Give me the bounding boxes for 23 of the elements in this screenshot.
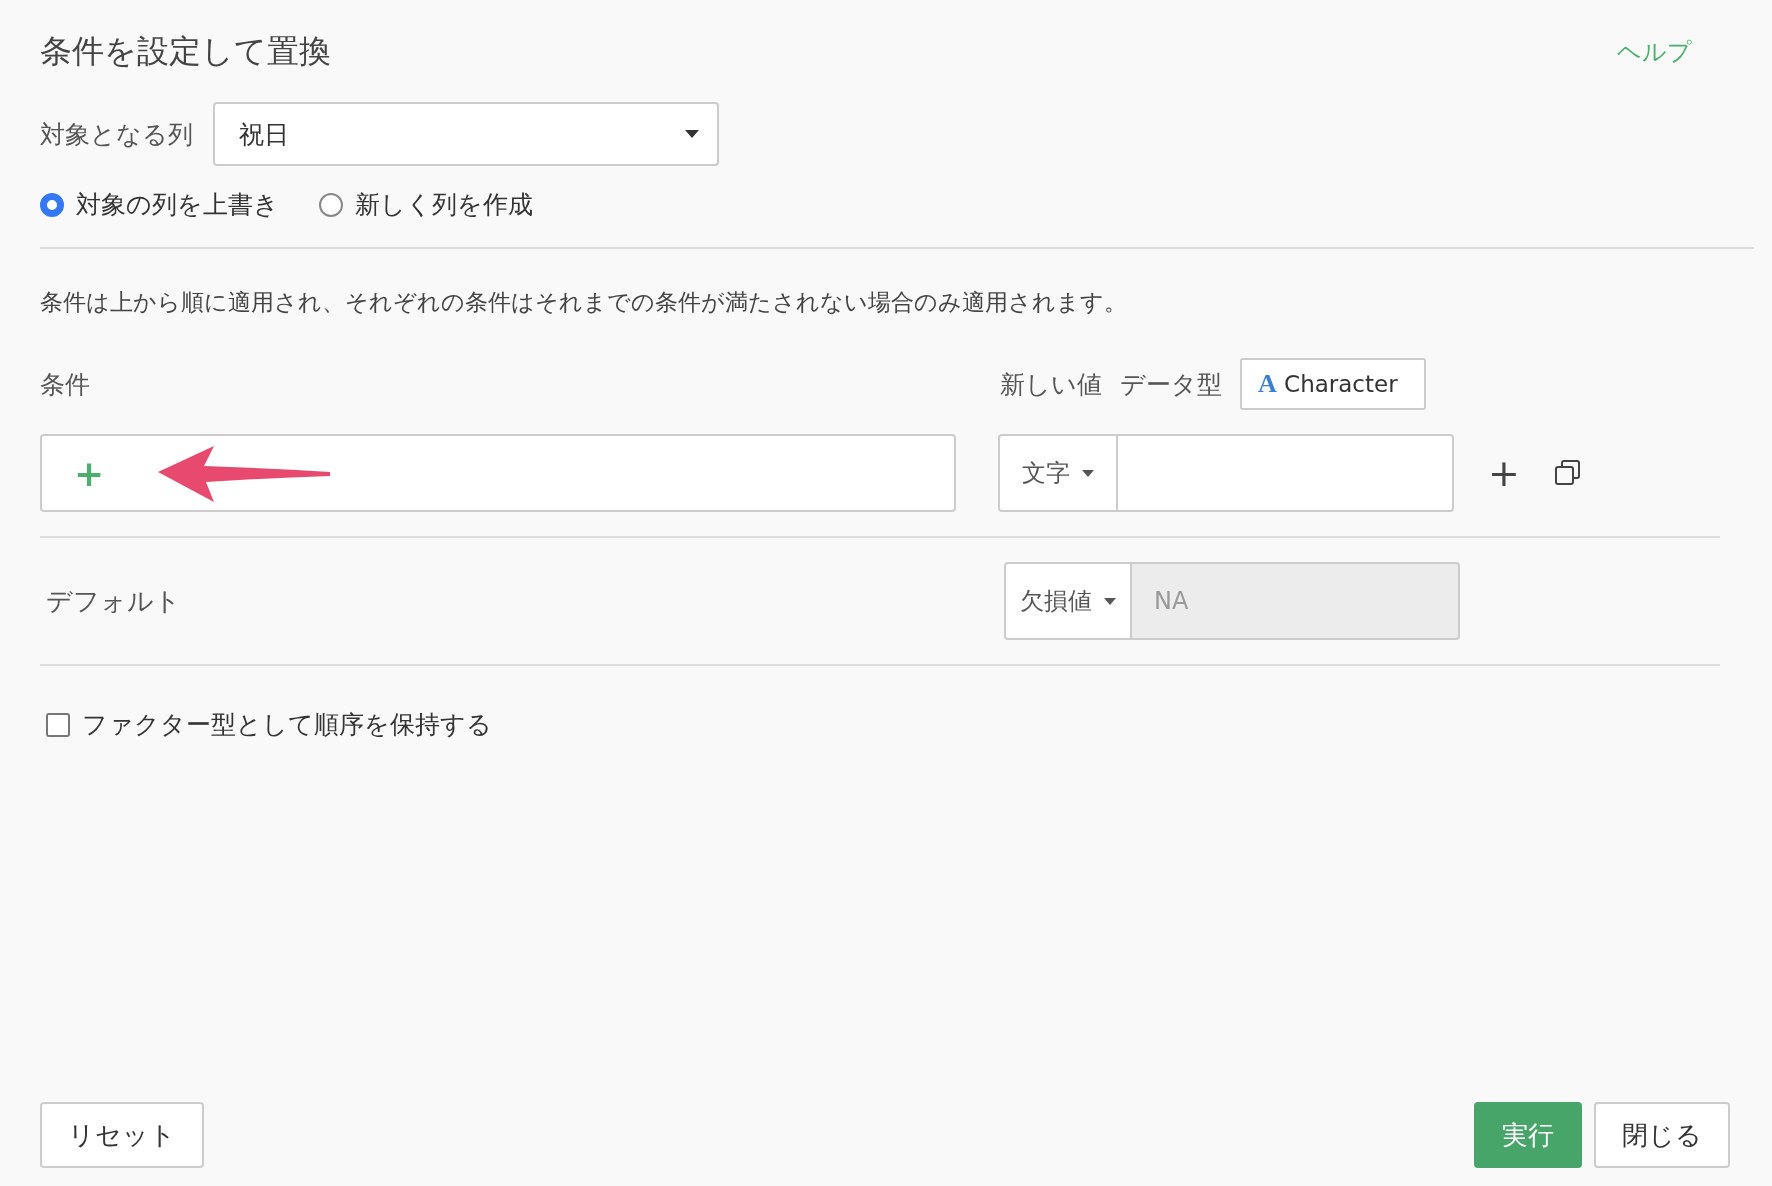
add-row-button[interactable]: +: [1488, 451, 1520, 495]
checkbox[interactable]: [46, 712, 70, 737]
data-type-button[interactable]: A Character: [1240, 358, 1426, 410]
default-label: デフォルト: [45, 584, 182, 618]
copy-icon[interactable]: [1553, 459, 1582, 487]
arrow-icon: [156, 444, 332, 504]
close-button[interactable]: 閉じる: [1594, 1102, 1730, 1168]
reset-button[interactable]: リセット: [40, 1102, 204, 1168]
radio-option[interactable]: 新しく列を作成: [319, 188, 533, 221]
target-column-select[interactable]: 祝日: [213, 102, 719, 166]
caret-icon: [1104, 597, 1116, 605]
radio-option[interactable]: 対象の列を上書き: [40, 188, 279, 221]
condition-label: 条件: [40, 368, 91, 401]
keep-factor-checkbox-row[interactable]: ファクター型として順序を保持する: [46, 708, 1732, 741]
dialog-title: 条件を設定して置換: [40, 31, 331, 72]
caret-icon: [685, 130, 699, 138]
new-value-label: 新しい値: [1000, 368, 1102, 401]
value-type-select[interactable]: 文字: [998, 434, 1118, 512]
new-value-field[interactable]: [1118, 434, 1454, 512]
target-column-label: 対象となる列: [40, 118, 193, 151]
description-text: 条件は上から順に適用され、それぞれの条件はそれまでの条件が満たされない場合のみ適用されます。: [40, 288, 1128, 317]
data-type-label: データ型: [1120, 368, 1222, 401]
caret-icon: [1082, 469, 1094, 477]
